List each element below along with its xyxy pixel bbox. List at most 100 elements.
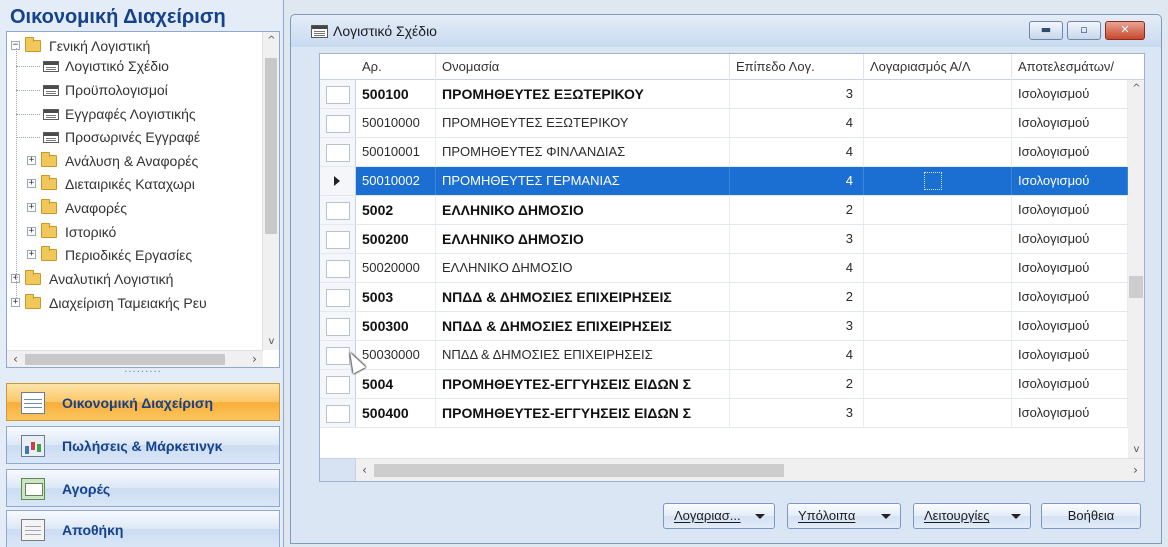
expand-icon[interactable]: + bbox=[27, 250, 36, 259]
table-row[interactable]: 5003 ΝΠΔΔ & ΔΗΜΟΣΙΕΣ ΕΠΙΧΕΙΡΗΣΕΙΣ 2 Ισολογι… bbox=[320, 283, 1128, 312]
row-selector[interactable] bbox=[320, 254, 356, 282]
scroll-up-icon[interactable]: ^ bbox=[1128, 80, 1145, 97]
cell-level[interactable]: 2 bbox=[730, 370, 864, 398]
cell-account-no[interactable]: 50010002 bbox=[356, 167, 436, 195]
scroll-down-icon[interactable]: v bbox=[1128, 441, 1145, 458]
tree-item[interactable]: + Αναφορές bbox=[7, 198, 263, 218]
tree-item[interactable]: Προσωρινές Εγγραφέ bbox=[7, 127, 263, 147]
row-selector[interactable] bbox=[320, 283, 356, 311]
cell-account-type[interactable]: Ισολογισμού bbox=[1012, 312, 1128, 340]
grid-horizontal-scrollbar[interactable]: ‹ › bbox=[356, 458, 1144, 481]
cell-level[interactable]: 2 bbox=[730, 283, 864, 311]
cell-account-name[interactable]: ΕΛΛΗΝΙΚΟ ΔΗΜΟΣΙΟ bbox=[436, 196, 730, 224]
cell-level[interactable]: 3 bbox=[730, 80, 864, 108]
expand-icon[interactable]: + bbox=[27, 156, 36, 165]
tree-item[interactable]: + Αναλυτική Λογιστική bbox=[7, 269, 263, 289]
cell-account-no[interactable]: 500100 bbox=[356, 80, 436, 108]
cell-account-no[interactable]: 500200 bbox=[356, 225, 436, 253]
table-row[interactable]: 50010001 ΠΡΟΜΗΘΕΥΤΕΣ ΦΙΝΛΑΝΔΙΑΣ 4 Ισολογισμ… bbox=[320, 138, 1128, 167]
expand-icon[interactable]: + bbox=[27, 203, 36, 212]
scroll-up-icon[interactable]: ^ bbox=[263, 32, 280, 49]
scroll-left-icon[interactable]: ‹ bbox=[7, 351, 24, 368]
nav-button-purchases[interactable]: Αγορές bbox=[6, 469, 280, 507]
cell-account-type[interactable]: Ισολογισμού bbox=[1012, 283, 1128, 311]
cell-gl-account[interactable] bbox=[864, 283, 1012, 311]
cell-account-type[interactable]: Ισολογισμού bbox=[1012, 196, 1128, 224]
cell-account-no[interactable]: 5002 bbox=[356, 196, 436, 224]
tree-vertical-scroll-thumb[interactable] bbox=[265, 58, 277, 234]
column-header-level[interactable]: Επίπεδο Λογ. bbox=[730, 54, 864, 80]
cell-account-name[interactable]: ΠΡΟΜΗΘΕΥΤΕΣ ΕΞΩΤΕΡΙΚΟΥ bbox=[436, 109, 730, 137]
cell-level[interactable]: 4 bbox=[730, 138, 864, 166]
row-selector[interactable] bbox=[320, 196, 356, 224]
functions-menu-button[interactable]: Λειτουργίες bbox=[913, 503, 1031, 529]
tree-horizontal-scrollbar[interactable]: ‹ › bbox=[7, 350, 263, 367]
cell-gl-account[interactable] bbox=[864, 138, 1012, 166]
table-row[interactable]: 50010002 ΠΡΟΜΗΘΕΥΤΕΣ ΓΕΡΜΑΝΙΑΣ 4 Ισολογισμο… bbox=[320, 167, 1128, 196]
cell-gl-account[interactable] bbox=[864, 196, 1012, 224]
table-row[interactable]: 5004 ΠΡΟΜΗΘΕΥΤΕΣ-ΕΓΓΥΗΣΕΙΣ ΕΙΔΩΝ Σ 2 Ισολογ… bbox=[320, 370, 1128, 399]
cell-account-no[interactable]: 50020000 bbox=[356, 254, 436, 282]
grid-vertical-scroll-thumb[interactable] bbox=[1129, 276, 1143, 298]
cell-level[interactable]: 4 bbox=[730, 109, 864, 137]
row-selector[interactable] bbox=[320, 167, 356, 195]
account-menu-button[interactable]: Λογαριασ... bbox=[663, 503, 775, 529]
column-header-name[interactable]: Ονομασία bbox=[436, 54, 730, 80]
table-row[interactable]: 500300 ΝΠΔΔ & ΔΗΜΟΣΙΕΣ ΕΠΙΧΕΙΡΗΣΕΙΣ 3 Ισολο… bbox=[320, 312, 1128, 341]
tree-item[interactable]: + Περιοδικές Εργασίες bbox=[7, 245, 263, 265]
cell-level[interactable]: 4 bbox=[730, 167, 864, 195]
cell-account-name[interactable]: ΝΠΔΔ & ΔΗΜΟΣΙΕΣ ΕΠΙΧΕΙΡΗΣΕΙΣ bbox=[436, 312, 730, 340]
tree-item[interactable]: + Διεταιρικές Καταχωρι bbox=[7, 174, 263, 194]
cell-account-type[interactable]: Ισολογισμού bbox=[1012, 399, 1128, 427]
cell-level[interactable]: 4 bbox=[730, 254, 864, 282]
row-selector[interactable] bbox=[320, 399, 356, 427]
cell-account-type[interactable]: Ισολογισμού bbox=[1012, 370, 1128, 398]
cell-account-type[interactable]: Ισολογισμού bbox=[1012, 341, 1128, 369]
tree-item[interactable]: + Ανάλυση & Αναφορές bbox=[7, 151, 263, 171]
cell-account-type[interactable]: Ισολογισμού bbox=[1012, 225, 1128, 253]
cell-account-no[interactable]: 50010000 bbox=[356, 109, 436, 137]
cell-account-type[interactable]: Ισολογισμού bbox=[1012, 109, 1128, 137]
tree-item[interactable]: Λογιστικό Σχέδιο bbox=[7, 56, 263, 76]
cell-account-name[interactable]: ΠΡΟΜΗΘΕΥΤΕΣ ΦΙΝΛΑΝΔΙΑΣ bbox=[436, 138, 730, 166]
grid-horizontal-scroll-thumb[interactable] bbox=[374, 464, 784, 477]
scroll-left-icon[interactable]: ‹ bbox=[356, 459, 373, 477]
cell-gl-account[interactable] bbox=[864, 370, 1012, 398]
balances-menu-button[interactable]: Υπόλοιπα bbox=[787, 503, 901, 529]
cell-gl-account[interactable] bbox=[864, 225, 1012, 253]
cell-account-type[interactable]: Ισολογισμού bbox=[1012, 80, 1128, 108]
table-row[interactable]: 500200 ΕΛΛΗΝΙΚΟ ΔΗΜΟΣΙΟ 3 Ισολογισμού bbox=[320, 225, 1128, 254]
tree-vertical-scrollbar[interactable]: ^ v bbox=[262, 32, 279, 350]
help-button[interactable]: Βοήθεια bbox=[1041, 503, 1141, 529]
nav-button-financial[interactable]: Οικονομική Διαχείριση bbox=[6, 383, 280, 421]
cell-account-no[interactable]: 5003 bbox=[356, 283, 436, 311]
row-selector[interactable] bbox=[320, 138, 356, 166]
cell-account-no[interactable]: 500400 bbox=[356, 399, 436, 427]
cell-gl-account[interactable] bbox=[864, 399, 1012, 427]
column-header-type[interactable]: Αποτελεσμάτων/ bbox=[1012, 54, 1144, 80]
tree-item[interactable]: Εγγραφές Λογιστικής bbox=[7, 104, 263, 124]
scroll-right-icon[interactable]: › bbox=[1127, 459, 1144, 477]
cell-account-no[interactable]: 500300 bbox=[356, 312, 436, 340]
cell-account-no[interactable]: 5004 bbox=[356, 370, 436, 398]
close-button[interactable]: ✕ bbox=[1105, 21, 1145, 40]
cell-gl-account[interactable] bbox=[864, 109, 1012, 137]
scroll-down-icon[interactable]: v bbox=[263, 333, 280, 350]
cell-account-no[interactable]: 50010001 bbox=[356, 138, 436, 166]
grid-vertical-scrollbar[interactable]: ^ v bbox=[1128, 80, 1144, 458]
nav-button-sales[interactable]: Πωλήσεις & Μάρκετινγκ bbox=[6, 426, 280, 464]
table-row[interactable]: 50010000 ΠΡΟΜΗΘΕΥΤΕΣ ΕΞΩΤΕΡΙΚΟΥ 4 Ισολογισμ… bbox=[320, 109, 1128, 138]
row-selector[interactable] bbox=[320, 225, 356, 253]
cell-gl-account[interactable] bbox=[864, 341, 1012, 369]
cell-level[interactable]: 3 bbox=[730, 399, 864, 427]
cell-level[interactable]: 3 bbox=[730, 225, 864, 253]
cell-level[interactable]: 4 bbox=[730, 341, 864, 369]
column-header-account[interactable]: Λογαριασμός Α/Λ bbox=[864, 54, 1012, 80]
tree-item[interactable]: + Ιστορικό bbox=[7, 222, 263, 242]
table-row[interactable]: 5002 ΕΛΛΗΝΙΚΟ ΔΗΜΟΣΙΟ 2 Ισολογισμού bbox=[320, 196, 1128, 225]
table-row[interactable]: 50030000 ΝΠΔΔ & ΔΗΜΟΣΙΕΣ ΕΠΙΧΕΙΡΗΣΕΙΣ 4 Ισο… bbox=[320, 341, 1128, 370]
minimize-button[interactable]: ▬ bbox=[1029, 21, 1063, 40]
scroll-right-icon[interactable]: › bbox=[246, 351, 263, 368]
table-row[interactable]: 500400 ΠΡΟΜΗΘΕΥΤΕΣ-ΕΓΓΥΗΣΕΙΣ ΕΙΔΩΝ Σ 3 Ισολ… bbox=[320, 399, 1128, 428]
expand-icon[interactable]: + bbox=[27, 179, 36, 188]
